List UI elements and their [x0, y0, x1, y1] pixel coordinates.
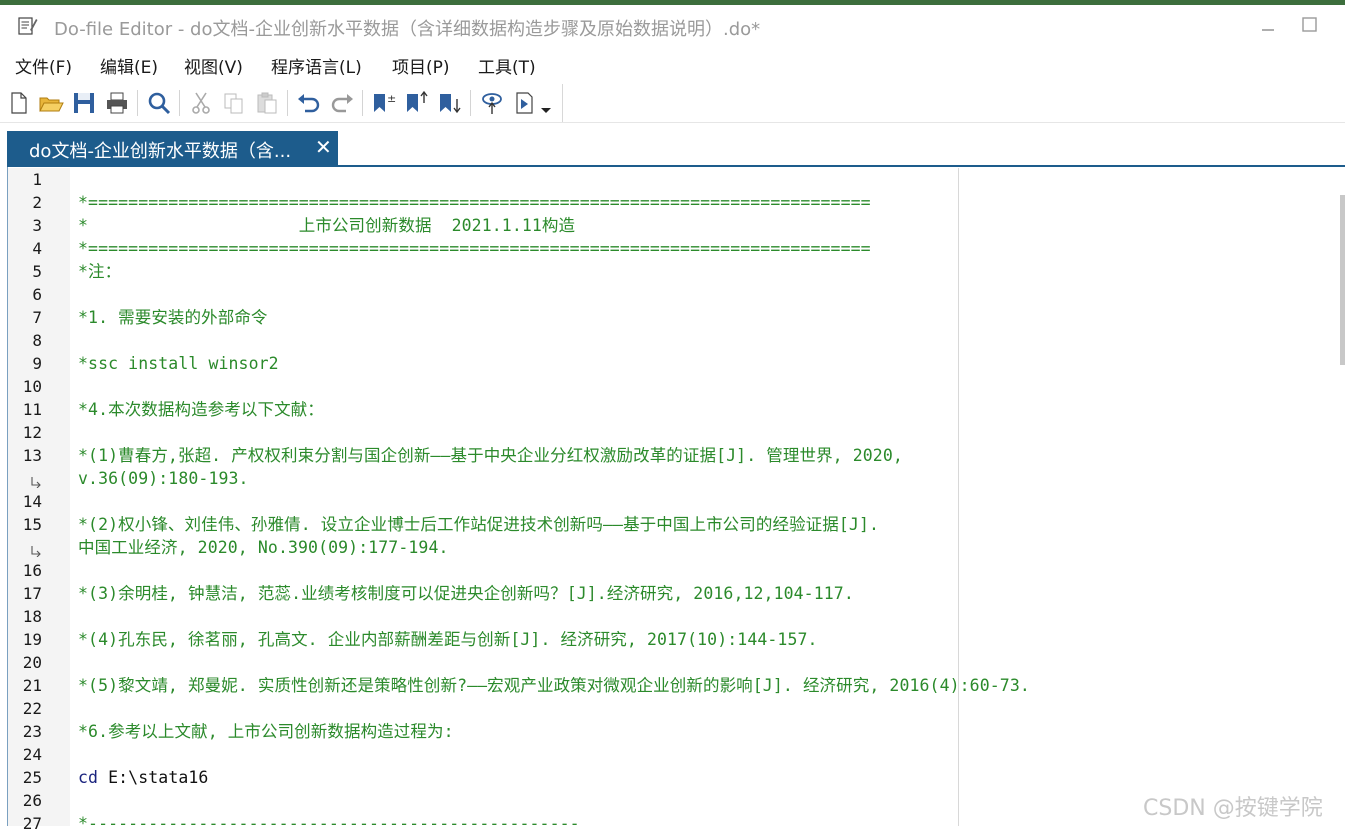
tab-label: do文档-企业创新水平数据（含...	[29, 141, 292, 162]
line-number: 10	[22, 377, 42, 396]
toolbar-separator	[287, 90, 288, 116]
code-line[interactable]: *ssc install winsor2	[78, 352, 279, 375]
line-number: 6	[32, 285, 42, 304]
long-line-edge-marker	[958, 168, 959, 826]
window-title: Do-file Editor - do文档-企业创新水平数据（含详细数据构造步骤…	[54, 19, 761, 40]
line-number: 17	[22, 584, 42, 603]
execute-icon[interactable]	[511, 89, 539, 117]
cut-icon[interactable]	[187, 89, 215, 117]
menu-language[interactable]: 程序语言(L)	[271, 53, 362, 78]
line-number: 25	[22, 768, 42, 787]
paste-icon[interactable]	[253, 89, 281, 117]
wrap-indicator-icon	[30, 473, 42, 489]
line-number: 15	[22, 515, 42, 534]
line-number: 27	[22, 814, 42, 833]
line-number: 5	[32, 262, 42, 281]
menu-file[interactable]: 文件(F)	[15, 53, 72, 78]
close-icon[interactable]: ✕	[315, 135, 332, 159]
line-number: 3	[32, 216, 42, 235]
line-number: 16	[22, 561, 42, 580]
toolbar-separator	[179, 90, 180, 116]
toggle-bookmark-icon[interactable]: ±	[370, 89, 398, 117]
line-number: 22	[22, 699, 42, 718]
toolbar-separator	[470, 90, 471, 116]
code-line[interactable]: * 上市公司创新数据 2021.1.11构造	[78, 214, 575, 237]
line-number: 26	[22, 791, 42, 810]
watermark: CSDN @按键学院	[1143, 796, 1323, 821]
line-number: 9	[32, 354, 42, 373]
code-line[interactable]: *(3)余明桂, 钟慧洁, 范蕊.业绩考核制度可以促进央企创新吗？[J].经济研…	[78, 582, 854, 605]
code-argument: E:\stata16	[98, 768, 209, 787]
code-line[interactable]: *=======================================…	[78, 191, 871, 214]
do-file-editor-app-icon	[16, 15, 38, 37]
search-icon[interactable]	[145, 89, 173, 117]
new-file-icon[interactable]	[5, 89, 33, 117]
code-line[interactable]: 中国工业经济, 2020, No.390(09):177-194.	[78, 536, 449, 559]
code-line[interactable]: *1. 需要安装的外部命令	[78, 306, 268, 329]
maximize-button[interactable]	[1300, 15, 1320, 35]
code-line[interactable]: *(2)权小锋、刘佳伟、孙雅倩. 设立企业博士后工作站促进技术创新吗——基于中国…	[78, 513, 879, 536]
redo-icon[interactable]	[328, 89, 356, 117]
fold-margin	[60, 168, 70, 826]
toolbar: ±	[0, 84, 563, 122]
copy-icon[interactable]	[220, 89, 248, 117]
line-number: 8	[32, 331, 42, 350]
code-line[interactable]: cd E:\stata16	[78, 766, 208, 789]
previous-bookmark-icon[interactable]	[403, 89, 431, 117]
code-line[interactable]: *(5)黎文靖, 郑曼妮. 实质性创新还是策略性创新?——宏观产业政策对微观企业…	[78, 674, 1030, 697]
line-number: 18	[22, 607, 42, 626]
line-number: 7	[32, 308, 42, 327]
svg-text:±: ±	[387, 92, 396, 105]
undo-icon[interactable]	[295, 89, 323, 117]
tab-active-document[interactable]: do文档-企业创新水平数据（含... ✕	[7, 131, 338, 166]
tab-strip: do文档-企业创新水平数据（含... ✕	[0, 122, 1345, 167]
vertical-scrollbar-thumb[interactable]	[1340, 195, 1345, 365]
menu-tools[interactable]: 工具(T)	[478, 53, 536, 78]
code-line[interactable]: *6.参考以上文献, 上市公司创新数据构造过程为:	[78, 720, 454, 743]
menu-edit[interactable]: 编辑(E)	[100, 53, 158, 78]
line-number: 11	[22, 400, 42, 419]
code-line[interactable]: *---------------------------------------…	[78, 812, 580, 835]
code-line[interactable]: *(4)孔东民, 徐茗丽, 孔高文. 企业内部薪酬差距与创新[J]. 经济研究,…	[78, 628, 818, 651]
line-number: 2	[32, 193, 42, 212]
title-bar: Do-file Editor - do文档-企业创新水平数据（含详细数据构造步骤…	[0, 5, 1345, 45]
print-icon[interactable]	[103, 89, 131, 117]
next-bookmark-icon[interactable]	[436, 89, 464, 117]
open-folder-icon[interactable]	[37, 89, 65, 117]
wrap-indicator-icon	[30, 542, 42, 558]
menu-project[interactable]: 项目(P)	[392, 53, 450, 78]
line-number: 13	[22, 446, 42, 465]
code-line[interactable]: *=======================================…	[78, 237, 871, 260]
line-number: 19	[22, 630, 42, 649]
line-number: 4	[32, 239, 42, 258]
line-number: 1	[32, 170, 42, 189]
code-line[interactable]: *(1)曹春方,张超. 产权权利束分割与国企创新——基于中央企业分红权激励改革的…	[78, 444, 903, 467]
line-number: 12	[22, 423, 42, 442]
save-icon[interactable]	[70, 89, 98, 117]
code-keyword: cd	[78, 768, 99, 787]
line-number: 21	[22, 676, 42, 695]
preview-icon[interactable]	[478, 89, 506, 117]
minimize-button[interactable]	[1258, 15, 1278, 35]
menu-view[interactable]: 视图(V)	[184, 53, 243, 78]
line-number: 24	[22, 745, 42, 764]
code-line[interactable]: *4.本次数据构造参考以下文献：	[78, 398, 324, 421]
code-line[interactable]: *注：	[78, 260, 121, 283]
dropdown-arrow-icon[interactable]	[538, 89, 554, 117]
code-line[interactable]: v.36(09):180-193.	[78, 467, 249, 490]
toolbar-separator	[362, 90, 363, 116]
line-number: 23	[22, 722, 42, 741]
line-number: 20	[22, 653, 42, 672]
menu-bar: 文件(F) 编辑(E) 视图(V) 程序语言(L) 项目(P) 工具(T)	[0, 48, 1345, 80]
toolbar-separator	[137, 90, 138, 116]
line-number: 14	[22, 492, 42, 511]
